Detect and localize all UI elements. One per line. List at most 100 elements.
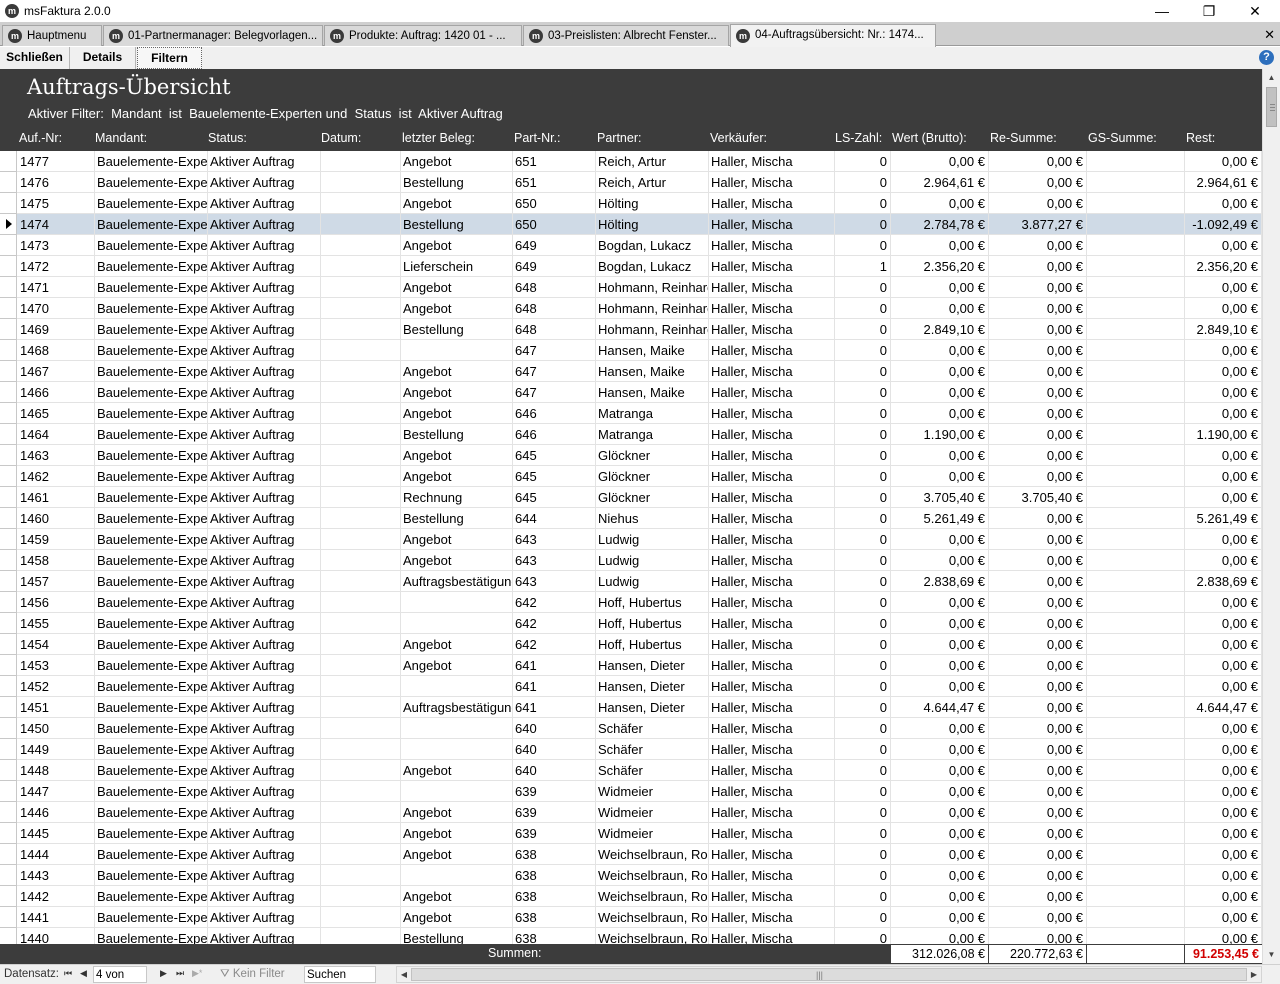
cell-datum[interactable]: [321, 781, 401, 802]
cell-datum[interactable]: [321, 592, 401, 613]
cell-part[interactable]: 651: [513, 172, 596, 193]
cell-re[interactable]: 0,00 €: [989, 592, 1087, 613]
cell-verk[interactable]: Haller, Mischa: [709, 193, 835, 214]
cell-gs[interactable]: [1087, 781, 1185, 802]
cell-rest[interactable]: 5.261,49 €: [1185, 508, 1262, 529]
cell-rest[interactable]: 2.838,69 €: [1185, 571, 1262, 592]
record-selector[interactable]: [0, 550, 17, 571]
cell-wert[interactable]: 0,00 €: [891, 823, 989, 844]
cell-nr[interactable]: 1456: [18, 592, 95, 613]
cell-mandant[interactable]: Bauelemente-Experten: [95, 613, 208, 634]
cell-nr[interactable]: 1473: [18, 235, 95, 256]
cell-ls[interactable]: 0: [835, 886, 891, 907]
cell-mandant[interactable]: Bauelemente-Experten: [95, 823, 208, 844]
last-record-icon[interactable]: ⏭: [176, 968, 184, 979]
cell-nr[interactable]: 1442: [18, 886, 95, 907]
cell-status[interactable]: Aktiver Auftrag: [208, 298, 321, 319]
cell-partner[interactable]: Hansen, Maike: [596, 340, 709, 361]
details-button[interactable]: Details: [70, 47, 136, 69]
cell-status[interactable]: Aktiver Auftrag: [208, 319, 321, 340]
cell-datum[interactable]: [321, 928, 401, 944]
record-selector[interactable]: [0, 760, 17, 781]
cell-verk[interactable]: Haller, Mischa: [709, 298, 835, 319]
cell-rest[interactable]: 2.964,61 €: [1185, 172, 1262, 193]
cell-part[interactable]: 651: [513, 151, 596, 172]
column-header-status[interactable]: Status:: [208, 131, 247, 145]
record-selector[interactable]: [0, 718, 17, 739]
cell-gs[interactable]: [1087, 193, 1185, 214]
cell-partner[interactable]: Hohmann, Reinhard: [596, 298, 709, 319]
cell-partner[interactable]: Hansen, Dieter: [596, 697, 709, 718]
cell-gs[interactable]: [1087, 907, 1185, 928]
cell-wert[interactable]: 0,00 €: [891, 760, 989, 781]
record-selector[interactable]: [0, 151, 17, 172]
cell-part[interactable]: 642: [513, 592, 596, 613]
cell-part[interactable]: 639: [513, 823, 596, 844]
cell-beleg[interactable]: [401, 865, 513, 886]
cell-datum[interactable]: [321, 739, 401, 760]
cell-gs[interactable]: [1087, 172, 1185, 193]
cell-verk[interactable]: Haller, Mischa: [709, 256, 835, 277]
cell-datum[interactable]: [321, 844, 401, 865]
cell-status[interactable]: Aktiver Auftrag: [208, 802, 321, 823]
cell-ls[interactable]: 0: [835, 319, 891, 340]
cell-part[interactable]: 644: [513, 508, 596, 529]
cell-ls[interactable]: 0: [835, 193, 891, 214]
cell-wert[interactable]: 0,00 €: [891, 235, 989, 256]
cell-ls[interactable]: 0: [835, 487, 891, 508]
cell-status[interactable]: Aktiver Auftrag: [208, 235, 321, 256]
cell-part[interactable]: 647: [513, 340, 596, 361]
record-selector[interactable]: [0, 361, 17, 382]
cell-ls[interactable]: 0: [835, 424, 891, 445]
cell-nr[interactable]: 1477: [18, 151, 95, 172]
cell-wert[interactable]: 0,00 €: [891, 529, 989, 550]
cell-nr[interactable]: 1475: [18, 193, 95, 214]
record-selector[interactable]: [0, 235, 17, 256]
cell-ls[interactable]: 0: [835, 592, 891, 613]
cell-re[interactable]: 0,00 €: [989, 403, 1087, 424]
cell-mandant[interactable]: Bauelemente-Experten: [95, 844, 208, 865]
cell-mandant[interactable]: Bauelemente-Experten: [95, 298, 208, 319]
cell-mandant[interactable]: Bauelemente-Experten: [95, 256, 208, 277]
record-selector[interactable]: [0, 739, 17, 760]
table-row[interactable]: 1450Bauelemente-ExpertenAktiver Auftrag 6…: [0, 718, 1262, 739]
cell-nr[interactable]: 1443: [18, 865, 95, 886]
cell-ls[interactable]: 0: [835, 655, 891, 676]
record-selector[interactable]: [0, 907, 17, 928]
cell-ls[interactable]: 0: [835, 802, 891, 823]
cell-nr[interactable]: 1441: [18, 907, 95, 928]
cell-verk[interactable]: Haller, Mischa: [709, 781, 835, 802]
cell-partner[interactable]: Hansen, Dieter: [596, 655, 709, 676]
cell-wert[interactable]: 0,00 €: [891, 907, 989, 928]
record-selector[interactable]: [0, 928, 17, 944]
cell-beleg[interactable]: Bestellung: [401, 928, 513, 944]
cell-re[interactable]: 3.705,40 €: [989, 487, 1087, 508]
cell-mandant[interactable]: Bauelemente-Experten: [95, 634, 208, 655]
cell-beleg[interactable]: Bestellung: [401, 508, 513, 529]
cell-wert[interactable]: 0,00 €: [891, 844, 989, 865]
cell-verk[interactable]: Haller, Mischa: [709, 655, 835, 676]
cell-beleg[interactable]: Angebot: [401, 235, 513, 256]
scroll-up-arrow-icon[interactable]: ▲: [1263, 69, 1280, 86]
cell-status[interactable]: Aktiver Auftrag: [208, 445, 321, 466]
cell-part[interactable]: 648: [513, 277, 596, 298]
cell-ls[interactable]: 0: [835, 151, 891, 172]
cell-re[interactable]: 0,00 €: [989, 655, 1087, 676]
cell-datum[interactable]: [321, 403, 401, 424]
cell-datum[interactable]: [321, 823, 401, 844]
cell-mandant[interactable]: Bauelemente-Experten: [95, 928, 208, 944]
tab-partnermanager[interactable]: m 01-Partnermanager: Belegvorlagen...: [103, 25, 323, 46]
cell-re[interactable]: 0,00 €: [989, 382, 1087, 403]
cell-nr[interactable]: 1461: [18, 487, 95, 508]
cell-datum[interactable]: [321, 382, 401, 403]
cell-mandant[interactable]: Bauelemente-Experten: [95, 865, 208, 886]
cell-partner[interactable]: Hoff, Hubertus: [596, 592, 709, 613]
cell-status[interactable]: Aktiver Auftrag: [208, 739, 321, 760]
cell-part[interactable]: 642: [513, 634, 596, 655]
cell-ls[interactable]: 0: [835, 718, 891, 739]
cell-mandant[interactable]: Bauelemente-Experten: [95, 592, 208, 613]
cell-gs[interactable]: [1087, 634, 1185, 655]
cell-re[interactable]: 0,00 €: [989, 886, 1087, 907]
cell-gs[interactable]: [1087, 571, 1185, 592]
cell-gs[interactable]: [1087, 718, 1185, 739]
